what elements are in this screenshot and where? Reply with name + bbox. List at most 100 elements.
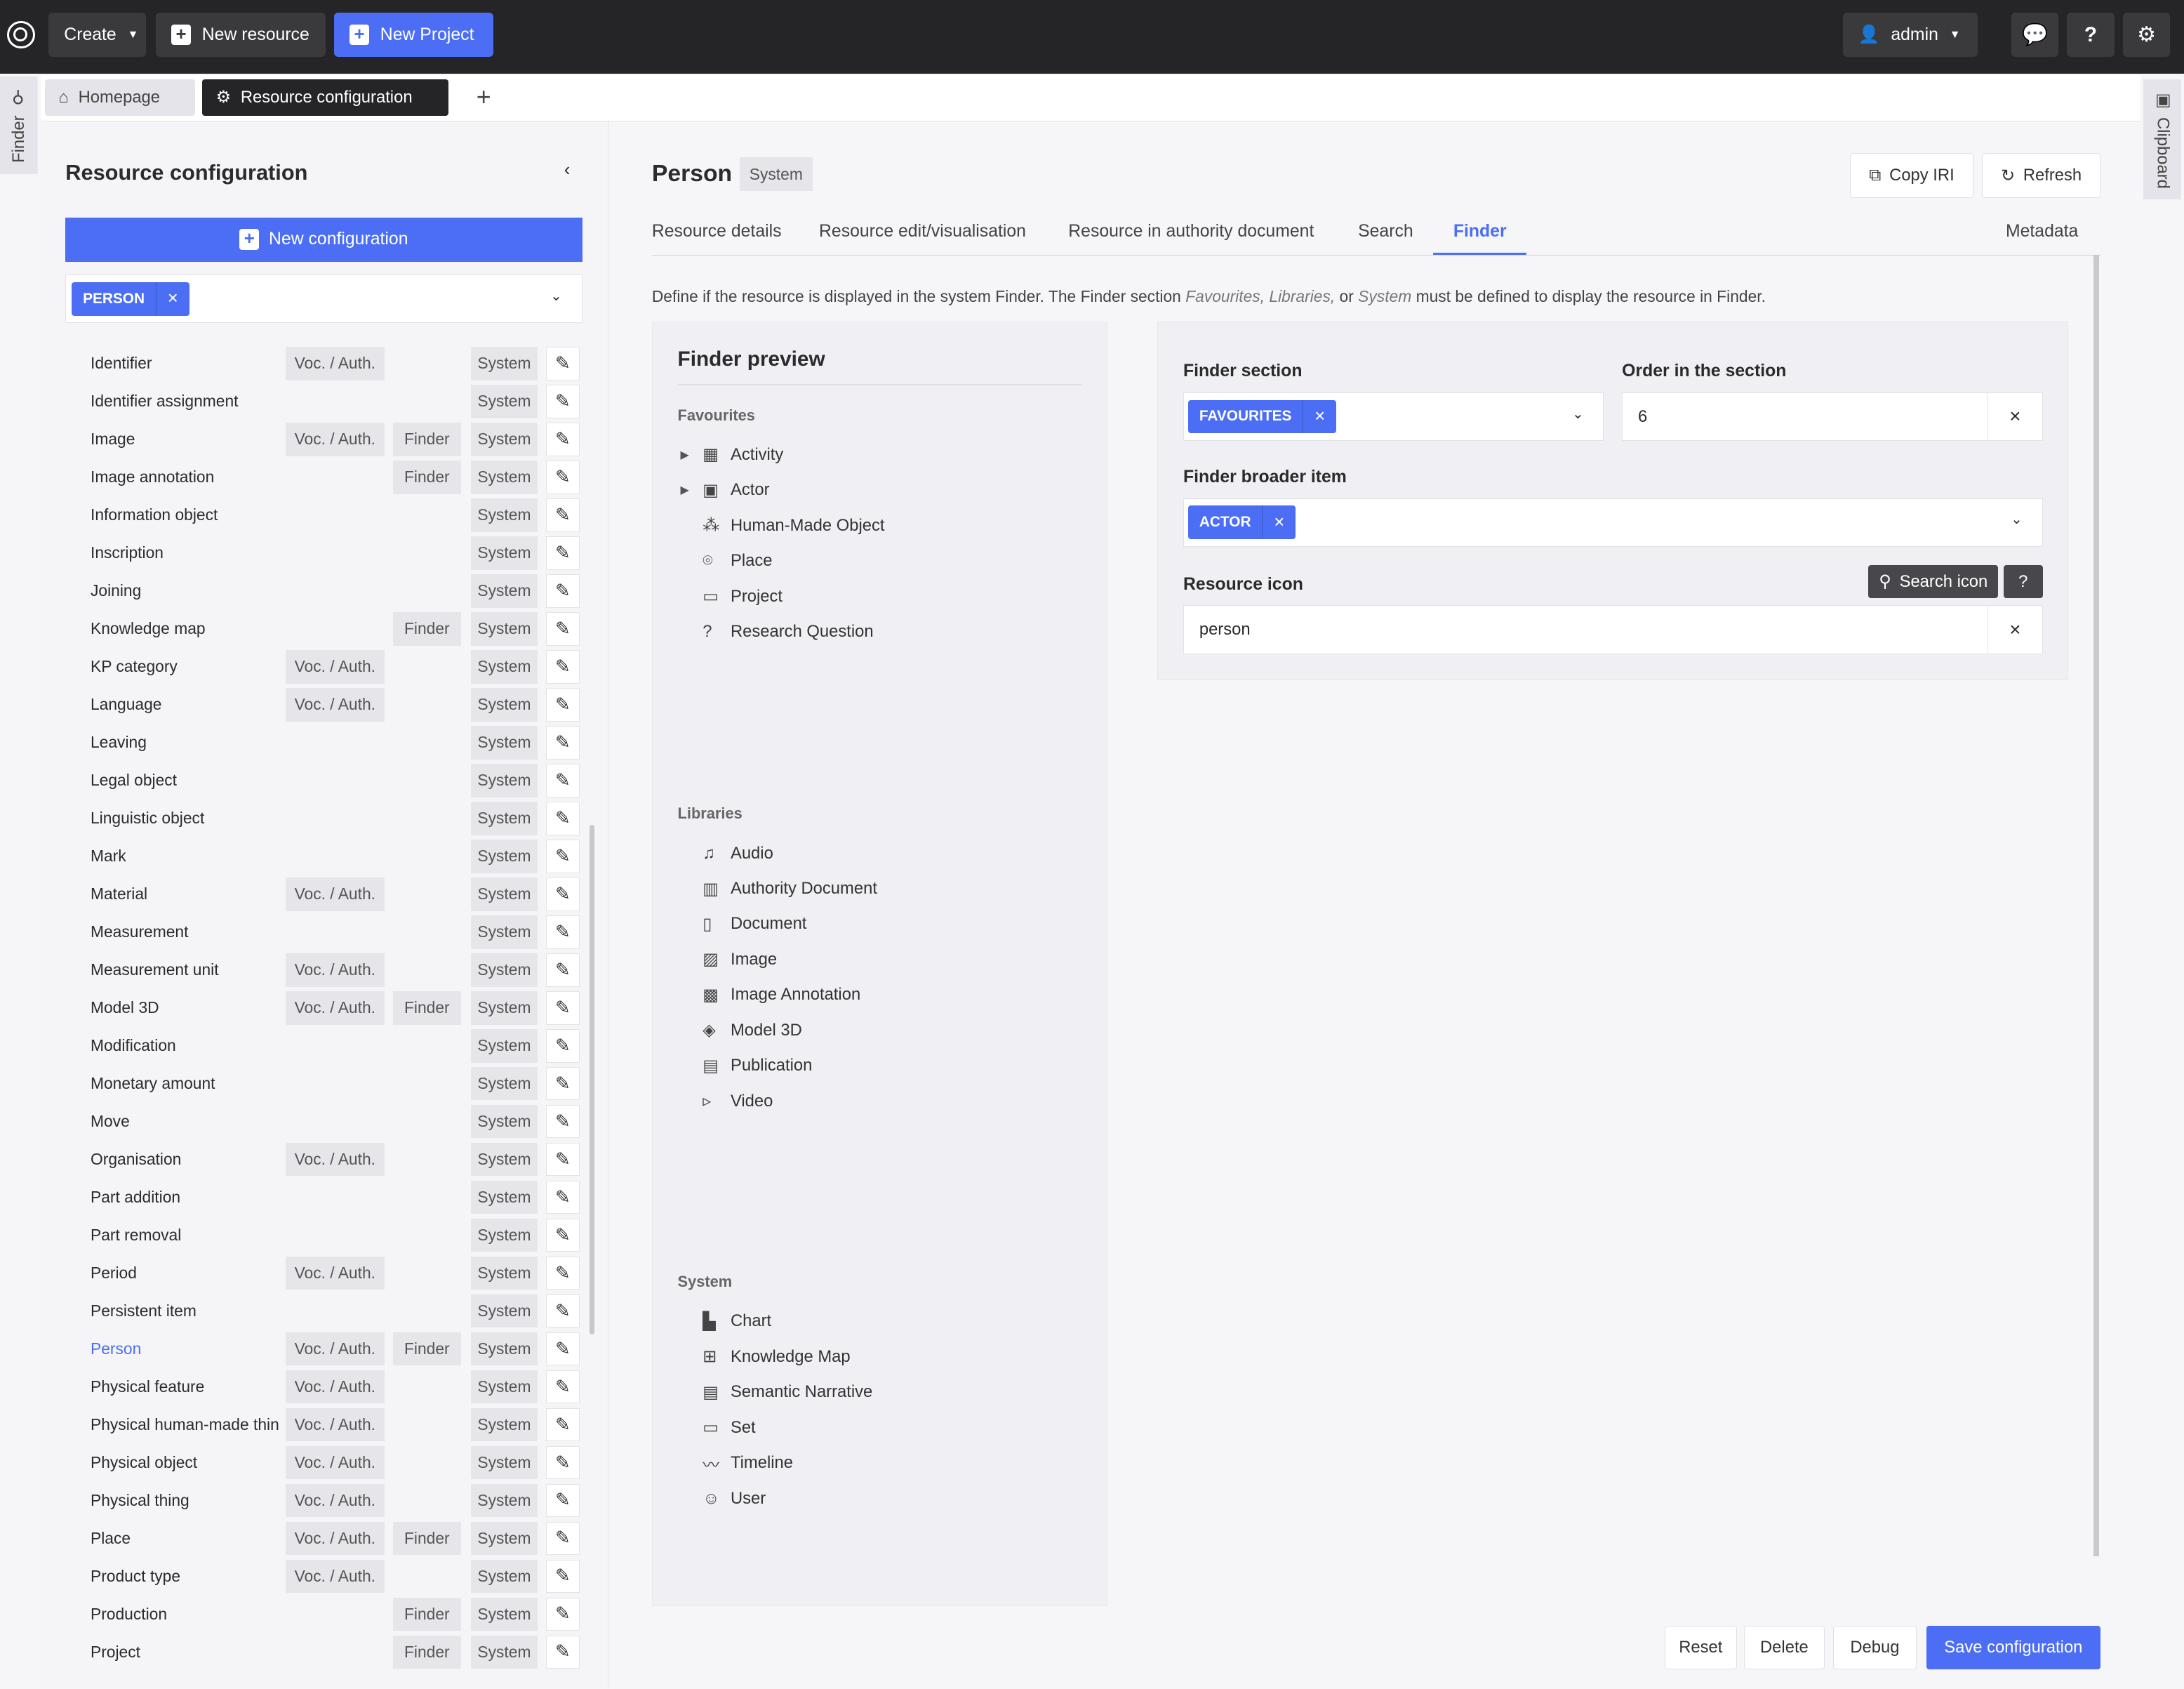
list-item[interactable]: Measurement System ✎: [41, 914, 598, 951]
preview-item[interactable]: ▥ Authority Document: [681, 876, 877, 901]
list-item[interactable]: Period Voc. / Auth. System ✎: [41, 1255, 598, 1292]
edit-pencil-icon[interactable]: ✎: [545, 763, 580, 797]
tab-metadata[interactable]: Metadata: [2006, 222, 2078, 241]
edit-pencil-icon[interactable]: ✎: [545, 953, 580, 987]
list-item[interactable]: Inscription System ✎: [41, 535, 598, 571]
resource-name[interactable]: Physical feature: [91, 1377, 286, 1396]
preview-item[interactable]: ▯ Document: [681, 912, 806, 937]
preview-item[interactable]: ▤ Semantic Narrative: [681, 1379, 872, 1405]
resource-name[interactable]: KP category: [91, 657, 286, 676]
remove-chip-icon[interactable]: ×: [1262, 505, 1296, 540]
preview-item[interactable]: 〰 Timeline: [681, 1450, 793, 1476]
edit-pencil-icon[interactable]: ✎: [545, 385, 580, 418]
preview-item[interactable]: ▤ Publication: [681, 1053, 812, 1078]
preview-item[interactable]: ♫ Audio: [681, 841, 773, 866]
resource-name[interactable]: Measurement unit: [91, 960, 286, 979]
tab-search[interactable]: Search: [1358, 222, 1413, 241]
resource-name[interactable]: Model 3D: [91, 998, 286, 1017]
preview-item[interactable]: ▙ Chart: [681, 1309, 771, 1334]
resource-name[interactable]: Material: [91, 885, 286, 903]
edit-pencil-icon[interactable]: ✎: [545, 423, 580, 456]
list-scrollbar[interactable]: [589, 824, 595, 1335]
resource-name[interactable]: Joining: [91, 581, 286, 600]
edit-pencil-icon[interactable]: ✎: [545, 574, 580, 608]
resource-name[interactable]: Period: [91, 1264, 286, 1283]
list-item[interactable]: Identifier Voc. / Auth. System ✎: [41, 345, 598, 382]
create-dropdown[interactable]: Create ▼: [48, 12, 147, 58]
resource-filter-select[interactable]: PERSON × ⌄: [65, 274, 582, 324]
user-menu[interactable]: 👤 admin ▼: [1842, 12, 1978, 58]
finder-side-tab[interactable]: Finder ⚲: [0, 77, 38, 175]
resource-name[interactable]: Part addition: [91, 1188, 286, 1207]
resource-name[interactable]: Linguistic object: [91, 809, 286, 828]
copy-iri-button[interactable]: ⧉ Copy IRI: [1849, 153, 1974, 198]
list-item[interactable]: Place Voc. / Auth. Finder System ✎: [41, 1521, 598, 1557]
collapse-chevron-icon[interactable]: ‹: [564, 160, 571, 180]
list-item[interactable]: Production Finder System ✎: [41, 1596, 598, 1633]
list-item[interactable]: Model 3D Voc. / Auth. Finder System ✎: [41, 990, 598, 1026]
list-item[interactable]: Modification System ✎: [41, 1028, 598, 1064]
resource-name[interactable]: Project: [91, 1643, 286, 1662]
list-item[interactable]: KP category Voc. / Auth. System ✎: [41, 649, 598, 685]
remove-chip-icon[interactable]: ×: [155, 282, 189, 316]
list-item[interactable]: Part removal System ✎: [41, 1217, 598, 1254]
preview-item[interactable]: ▭ Project: [681, 584, 783, 609]
resource-name[interactable]: Measurement: [91, 922, 286, 941]
edit-pencil-icon[interactable]: ✎: [545, 801, 580, 835]
list-item[interactable]: Physical object Voc. / Auth. System ✎: [41, 1445, 598, 1481]
list-item[interactable]: Persistent item System ✎: [41, 1293, 598, 1330]
edit-pencil-icon[interactable]: ✎: [545, 1408, 580, 1442]
list-item[interactable]: Monetary amount System ✎: [41, 1066, 598, 1102]
preview-item[interactable]: ⌾ Place: [681, 548, 772, 574]
resource-name[interactable]: Mark: [91, 847, 286, 866]
list-item[interactable]: Person Voc. / Auth. Finder System ✎: [41, 1331, 598, 1367]
settings-button[interactable]: ⚙: [2122, 12, 2171, 58]
list-item[interactable]: Leaving System ✎: [41, 724, 598, 761]
list-item[interactable]: Physical human-made thin Voc. / Auth. Syst…: [41, 1407, 598, 1443]
list-item[interactable]: Language Voc. / Auth. System ✎: [41, 687, 598, 723]
preview-item[interactable]: ? Research Question: [681, 619, 873, 644]
edit-pencil-icon[interactable]: ✎: [545, 1180, 580, 1214]
resource-name[interactable]: Person: [91, 1339, 286, 1358]
edit-pencil-icon[interactable]: ✎: [545, 498, 580, 532]
list-item[interactable]: Image annotation Finder System ✎: [41, 459, 598, 496]
edit-pencil-icon[interactable]: ✎: [545, 1483, 580, 1518]
edit-pencil-icon[interactable]: ✎: [545, 1370, 580, 1404]
edit-pencil-icon[interactable]: ✎: [545, 1256, 580, 1290]
edit-pencil-icon[interactable]: ✎: [545, 650, 580, 684]
edit-pencil-icon[interactable]: ✎: [545, 1294, 580, 1328]
add-tab-button[interactable]: +: [462, 79, 505, 116]
edit-pencil-icon[interactable]: ✎: [545, 1028, 580, 1063]
preview-item[interactable]: ⁂ Human-Made Object: [681, 513, 884, 538]
preview-item[interactable]: ◈ Model 3D: [681, 1018, 802, 1043]
edit-pencil-icon[interactable]: ✎: [545, 1218, 580, 1252]
resource-name[interactable]: Physical object: [91, 1453, 286, 1472]
list-item[interactable]: Product type Voc. / Auth. System ✎: [41, 1558, 598, 1595]
list-item[interactable]: Part addition System ✎: [41, 1179, 598, 1216]
resource-name[interactable]: Move: [91, 1112, 286, 1131]
resource-icon-input[interactable]: person ×: [1183, 605, 2043, 654]
list-item[interactable]: Move System ✎: [41, 1104, 598, 1140]
tab-homepage[interactable]: ⌂ Homepage: [44, 79, 195, 116]
resource-name[interactable]: Product type: [91, 1567, 286, 1586]
list-item[interactable]: Material Voc. / Auth. System ✎: [41, 876, 598, 913]
edit-pencil-icon[interactable]: ✎: [545, 688, 580, 722]
resource-name[interactable]: Persistent item: [91, 1301, 286, 1320]
tab-finder[interactable]: Finder: [1433, 222, 1527, 256]
preview-item[interactable]: ☺ User: [681, 1486, 766, 1511]
chat-button[interactable]: 💬: [2011, 12, 2059, 58]
reset-button[interactable]: Reset: [1664, 1626, 1737, 1669]
preview-item[interactable]: ▶ ▣ Actor: [681, 478, 770, 503]
refresh-button[interactable]: ↻ Refresh: [1982, 153, 2100, 198]
resource-name[interactable]: Image: [91, 430, 286, 449]
search-icon-button[interactable]: ⚲ Search icon: [1868, 564, 1999, 599]
list-item[interactable]: Image Voc. / Auth. Finder System ✎: [41, 421, 598, 458]
list-item[interactable]: Legal object System ✎: [41, 762, 598, 799]
edit-pencil-icon[interactable]: ✎: [545, 347, 580, 380]
delete-button[interactable]: Delete: [1743, 1626, 1825, 1669]
tab-resource-edit[interactable]: Resource edit/visualisation: [819, 222, 1026, 241]
list-item[interactable]: Physical thing Voc. / Auth. System ✎: [41, 1483, 598, 1519]
edit-pencil-icon[interactable]: ✎: [545, 877, 580, 911]
edit-pencil-icon[interactable]: ✎: [545, 1597, 580, 1631]
edit-pencil-icon[interactable]: ✎: [545, 915, 580, 949]
